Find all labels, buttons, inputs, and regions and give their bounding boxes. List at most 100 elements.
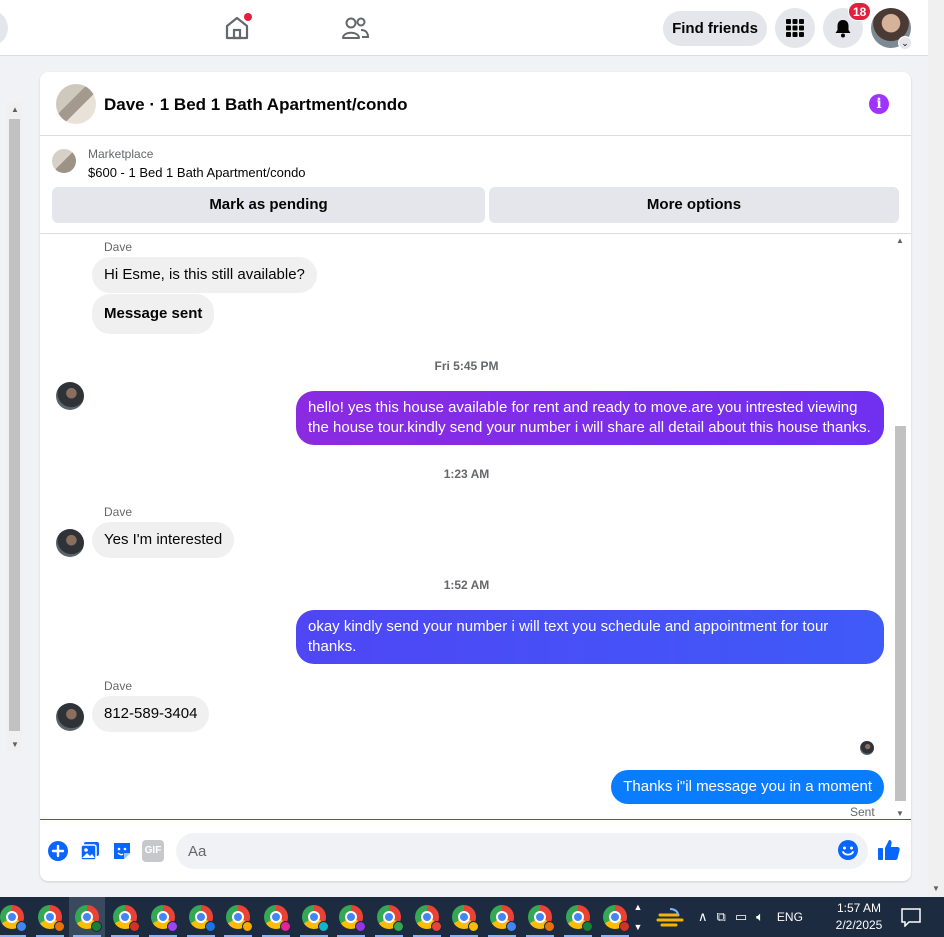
- sender-name: Dave: [104, 505, 133, 519]
- menu-button[interactable]: [775, 8, 815, 48]
- avatar[interactable]: [56, 703, 84, 731]
- notification-count-badge: 18: [848, 2, 872, 21]
- photo-icon[interactable]: [79, 840, 101, 862]
- find-friends-button[interactable]: Find friends: [663, 11, 767, 46]
- chevron-up-icon[interactable]: ∧: [698, 909, 708, 925]
- taskbar-chrome-window[interactable]: [107, 897, 143, 937]
- chrome-icon: [377, 905, 404, 932]
- profile-dot: [204, 921, 216, 932]
- incoming-message[interactable]: Yes I'm interested: [92, 522, 235, 558]
- more-options-button[interactable]: More options: [489, 187, 899, 223]
- taskbar-chrome-window[interactable]: [220, 897, 256, 937]
- clock-date: 2/2/2025: [835, 918, 883, 932]
- chevron-down-icon[interactable]: ⌄: [898, 36, 912, 50]
- info-icon[interactable]: i: [869, 94, 889, 114]
- sticker-icon[interactable]: [111, 840, 133, 862]
- page-scrollbar[interactable]: ▼: [928, 0, 944, 897]
- taskbar-scroll-arrows[interactable]: ▲ ▼: [630, 897, 646, 937]
- taskbar-chrome-window[interactable]: [145, 897, 181, 937]
- weather-icon[interactable]: [656, 905, 686, 929]
- volume-icon[interactable]: 🔈︎: [756, 909, 764, 925]
- sidebar-scrollbar[interactable]: ▲ ▼: [7, 103, 22, 751]
- taskbar-chrome-window[interactable]: [69, 897, 106, 937]
- plus-icon[interactable]: [47, 840, 69, 862]
- taskbar-chrome-window[interactable]: [296, 897, 332, 937]
- profile-dot: [581, 921, 593, 932]
- taskbar-chrome-window[interactable]: [522, 897, 558, 937]
- message-scrollbar-thumb[interactable]: [895, 426, 906, 801]
- profile-dot: [468, 921, 480, 932]
- friends-nav-button[interactable]: [340, 13, 370, 43]
- avatar[interactable]: [56, 529, 84, 557]
- outgoing-message[interactable]: hello! yes this house available for rent…: [296, 391, 884, 445]
- taskbar-chrome-window[interactable]: [333, 897, 369, 937]
- chrome-icon: [0, 905, 27, 932]
- chrome-icon: [113, 905, 141, 932]
- sidebar-scrollbar-thumb[interactable]: [9, 119, 20, 731]
- message-scrollbar[interactable]: ▲ ▼: [893, 236, 907, 818]
- incoming-message[interactable]: Hi Esme, is this still available?: [92, 257, 317, 293]
- avatar[interactable]: [56, 382, 84, 410]
- scroll-down-arrow-icon[interactable]: ▼: [11, 740, 19, 749]
- message-status: Sent: [850, 805, 875, 819]
- taskbar-chrome-window[interactable]: [371, 897, 407, 937]
- meet-now-icon[interactable]: ⧉: [717, 909, 726, 925]
- outgoing-message[interactable]: Thanks i"il message you in a moment: [611, 770, 884, 804]
- listing-title[interactable]: $600 - 1 Bed 1 Bath Apartment/condo: [88, 165, 306, 180]
- chrome-icon: [150, 905, 178, 932]
- like-icon[interactable]: [877, 838, 901, 862]
- language-indicator[interactable]: ENG: [777, 910, 803, 924]
- incoming-message[interactable]: Message sent: [92, 294, 215, 334]
- scroll-down-arrow-icon[interactable]: ▼: [896, 809, 904, 818]
- gif-icon[interactable]: GIF: [142, 840, 164, 862]
- scroll-down-arrow-icon[interactable]: ▼: [932, 884, 940, 893]
- seen-indicator-avatar: [860, 741, 874, 755]
- taskbar-apps: [0, 897, 633, 937]
- menu-grid-icon: [786, 19, 804, 37]
- clock[interactable]: 1:57 AM 2/2/2025: [824, 900, 894, 934]
- taskbar-chrome-window[interactable]: [258, 897, 294, 937]
- taskbar-chrome-window[interactable]: [597, 897, 633, 937]
- chat-header: Dave · 1 Bed 1 Bath Apartment/condo i: [40, 72, 911, 136]
- emoji-icon[interactable]: [837, 839, 859, 861]
- clock-time: 1:57 AM: [836, 901, 882, 915]
- home-nav-button[interactable]: [222, 13, 252, 43]
- chrome-icon: [301, 905, 329, 932]
- profile-dot: [506, 921, 518, 932]
- profile-dot: [317, 921, 329, 932]
- notification-center-icon[interactable]: [900, 907, 922, 927]
- sender-name: Dave: [104, 679, 133, 693]
- sender-name: Dave: [104, 240, 133, 254]
- chrome-icon: [603, 905, 631, 932]
- taskbar-chrome-window[interactable]: [409, 897, 445, 937]
- chrome-icon: [490, 905, 518, 932]
- listing-small-thumbnail[interactable]: [52, 149, 76, 173]
- home-notification-dot: [244, 13, 252, 21]
- taskbar-chrome-window[interactable]: [183, 897, 219, 937]
- chrome-icon: [414, 905, 442, 932]
- chat-title[interactable]: Dave · 1 Bed 1 Bath Apartment/condo: [104, 95, 408, 115]
- message-input[interactable]: [188, 833, 808, 869]
- profile-dot: [619, 921, 631, 932]
- profile-dot: [166, 921, 178, 932]
- scroll-up-arrow-icon[interactable]: ▲: [896, 236, 904, 245]
- system-tray: ∧ ⧉ ▭ 🔈︎ ENG: [698, 897, 803, 937]
- taskbar-chrome-window[interactable]: [560, 897, 596, 937]
- listing-thumbnail[interactable]: [56, 84, 96, 124]
- search-pill[interactable]: [0, 10, 8, 46]
- outgoing-message[interactable]: okay kindly send your number i will text…: [296, 610, 884, 664]
- taskbar-chrome-window[interactable]: [32, 897, 68, 937]
- taskbar-chrome-window[interactable]: [484, 897, 520, 937]
- friends-icon: [342, 17, 370, 39]
- profile-dot: [129, 921, 141, 932]
- timestamp: 1:23 AM: [443, 467, 490, 481]
- incoming-message[interactable]: 812-589-3404: [92, 696, 210, 732]
- mark-as-pending-button[interactable]: Mark as pending: [52, 187, 485, 223]
- timestamp: Fri 5:45 PM: [434, 359, 499, 373]
- taskbar-chrome-window[interactable]: [0, 897, 30, 937]
- scroll-up-arrow-icon[interactable]: ▲: [11, 105, 19, 114]
- profile-dot: [543, 921, 555, 932]
- network-icon[interactable]: ▭: [735, 909, 747, 925]
- taskbar-chrome-window[interactable]: [446, 897, 482, 937]
- message-list[interactable]: Dave Hi Esme, is this still available? M…: [40, 234, 911, 820]
